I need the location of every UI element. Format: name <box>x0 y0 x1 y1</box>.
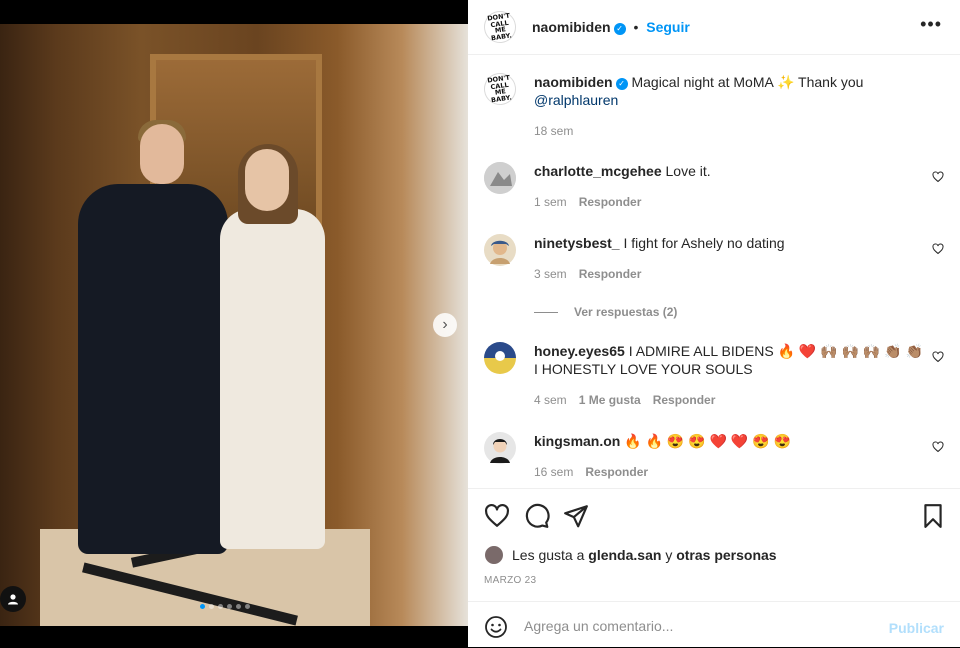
comment-text: Love it. <box>665 163 711 179</box>
instagram-post-modal: › DON'T CALL ME BABY. naomibiden ✓ • Seguir… <box>0 0 960 647</box>
comment-reply-button[interactable]: Responder <box>585 465 648 479</box>
verified-badge-icon: ✓ <box>613 23 626 35</box>
commenter-avatar[interactable] <box>484 234 516 266</box>
view-replies-label: Ver respuestas (2) <box>574 305 678 319</box>
post-photo[interactable] <box>0 24 468 626</box>
user-icon <box>8 594 18 605</box>
post-media: › <box>0 0 468 647</box>
header-user-line: naomibiden ✓ • Seguir <box>532 19 690 35</box>
caption-meta: 18 sem <box>534 122 919 140</box>
comment-like-heart-icon[interactable] <box>932 243 944 255</box>
comment-meta: 3 sem Responder <box>534 265 919 283</box>
caption-username[interactable]: naomibiden <box>534 74 613 90</box>
woman-figure <box>220 209 325 549</box>
liker-username[interactable]: glenda.san <box>588 547 661 563</box>
carousel-dot <box>236 604 241 609</box>
carousel-dot <box>245 604 250 609</box>
save-bookmark-icon[interactable] <box>920 503 946 529</box>
comment-likes-count[interactable]: 1 Me gusta <box>579 393 641 407</box>
chevron-right-icon: › <box>442 316 448 333</box>
publish-button[interactable]: Publicar <box>889 620 944 636</box>
verified-badge-icon: ✓ <box>615 78 628 90</box>
comment-reply-button[interactable]: Responder <box>579 267 642 281</box>
like-heart-icon[interactable] <box>484 503 510 529</box>
caption-mention-link[interactable]: @ralphlauren <box>534 92 618 108</box>
comment-meta: 4 sem 1 Me gusta Responder <box>534 391 926 409</box>
carousel-dot <box>200 604 205 609</box>
post-side-panel: DON'T CALL ME BABY. naomibiden ✓ • Seguir •… <box>468 0 960 647</box>
comment-username[interactable]: kingsman.on <box>534 433 620 449</box>
view-replies-button[interactable]: Ver respuestas (2) <box>534 305 677 319</box>
commenter-avatar[interactable] <box>484 432 516 464</box>
comment-username[interactable]: ninetysbest_ <box>534 235 620 251</box>
comment-like-heart-icon[interactable] <box>932 441 944 453</box>
comment-reply-button[interactable]: Responder <box>579 195 642 209</box>
comment-like-heart-icon[interactable] <box>932 171 944 183</box>
add-comment-bar: Publicar <box>468 601 960 648</box>
carousel-dot <box>209 604 214 609</box>
comment-like-heart-icon[interactable] <box>932 351 944 363</box>
carousel-next-button[interactable]: › <box>433 313 457 337</box>
replies-divider-line <box>534 312 558 314</box>
comment-input[interactable] <box>522 612 876 640</box>
caption-time: 18 sem <box>534 124 574 138</box>
comment-time: 16 sem <box>534 465 574 479</box>
comment-meta: 16 sem Responder <box>534 463 919 481</box>
share-paper-plane-icon[interactable] <box>563 503 589 529</box>
post-date: MARZO 23 <box>484 575 537 586</box>
comment-reply-button[interactable]: Responder <box>653 393 716 407</box>
comment-text: I fight for Ashely no dating <box>623 235 785 251</box>
logo-text: DON'T CALL ME BABY. <box>486 73 513 104</box>
tagged-users-button[interactable] <box>0 586 26 612</box>
liker-avatar[interactable] <box>484 545 504 565</box>
comment-bubble-icon[interactable] <box>524 503 550 529</box>
author-avatar[interactable]: DON'T CALL ME BABY. <box>481 8 519 46</box>
commenter-avatar[interactable] <box>484 342 516 374</box>
man-figure <box>78 184 228 554</box>
comment-text: 🔥 🔥 😍 😍 ❤️ ❤️ 😍 😍 <box>624 433 791 449</box>
comment-time: 4 sem <box>534 393 567 407</box>
carousel-dot <box>218 604 223 609</box>
comment-body: charlotte_mcgehee Love it. 1 sem Responde… <box>534 162 919 211</box>
comments-section: DON'T CALL ME BABY. naomibiden ✓ Magical ni… <box>468 55 960 487</box>
carousel-dot <box>227 604 232 609</box>
caption-author-avatar[interactable]: DON'T CALL ME BABY. <box>481 70 519 108</box>
post-actions: Les gusta a glenda.san y otras personas … <box>468 488 960 601</box>
woman-head <box>245 149 289 211</box>
more-options-icon[interactable]: ••• <box>920 14 942 35</box>
comment-time: 3 sem <box>534 267 567 281</box>
comment-meta: 1 sem Responder <box>534 193 919 211</box>
commenter-avatar[interactable] <box>484 162 516 194</box>
likes-summary: Les gusta a glenda.san y otras personas <box>484 545 777 565</box>
caption-body: naomibiden ✓ Magical night at MoMA ✨ Than… <box>534 73 919 140</box>
logo-text: DON'T CALL ME BABY. <box>486 11 513 42</box>
carousel-indicator <box>200 604 250 609</box>
comment-username[interactable]: charlotte_mcgehee <box>534 163 662 179</box>
comment-username[interactable]: honey.eyes65 <box>534 343 625 359</box>
follow-button[interactable]: Seguir <box>646 19 690 35</box>
likes-connector: y <box>665 547 673 563</box>
post-header: DON'T CALL ME BABY. naomibiden ✓ • Seguir •… <box>468 0 960 55</box>
likes-prefix: Les gusta a <box>512 547 585 563</box>
emoji-smiley-icon[interactable] <box>484 615 508 639</box>
separator-dot: • <box>633 19 639 35</box>
likes-others-link[interactable]: otras personas <box>676 547 776 563</box>
comment-time: 1 sem <box>534 195 567 209</box>
comment-body: kingsman.on 🔥 🔥 😍 😍 ❤️ ❤️ 😍 😍 16 sem Resp… <box>534 432 919 481</box>
comment-body: honey.eyes65 I ADMIRE ALL BIDENS 🔥 ❤️ 🙌🏽… <box>534 342 926 409</box>
comment-body: ninetysbest_ I fight for Ashely no datin… <box>534 234 919 283</box>
author-username[interactable]: naomibiden <box>532 19 611 35</box>
man-head <box>140 124 184 184</box>
caption-text: Magical night at MoMA ✨ Thank you <box>631 74 864 90</box>
